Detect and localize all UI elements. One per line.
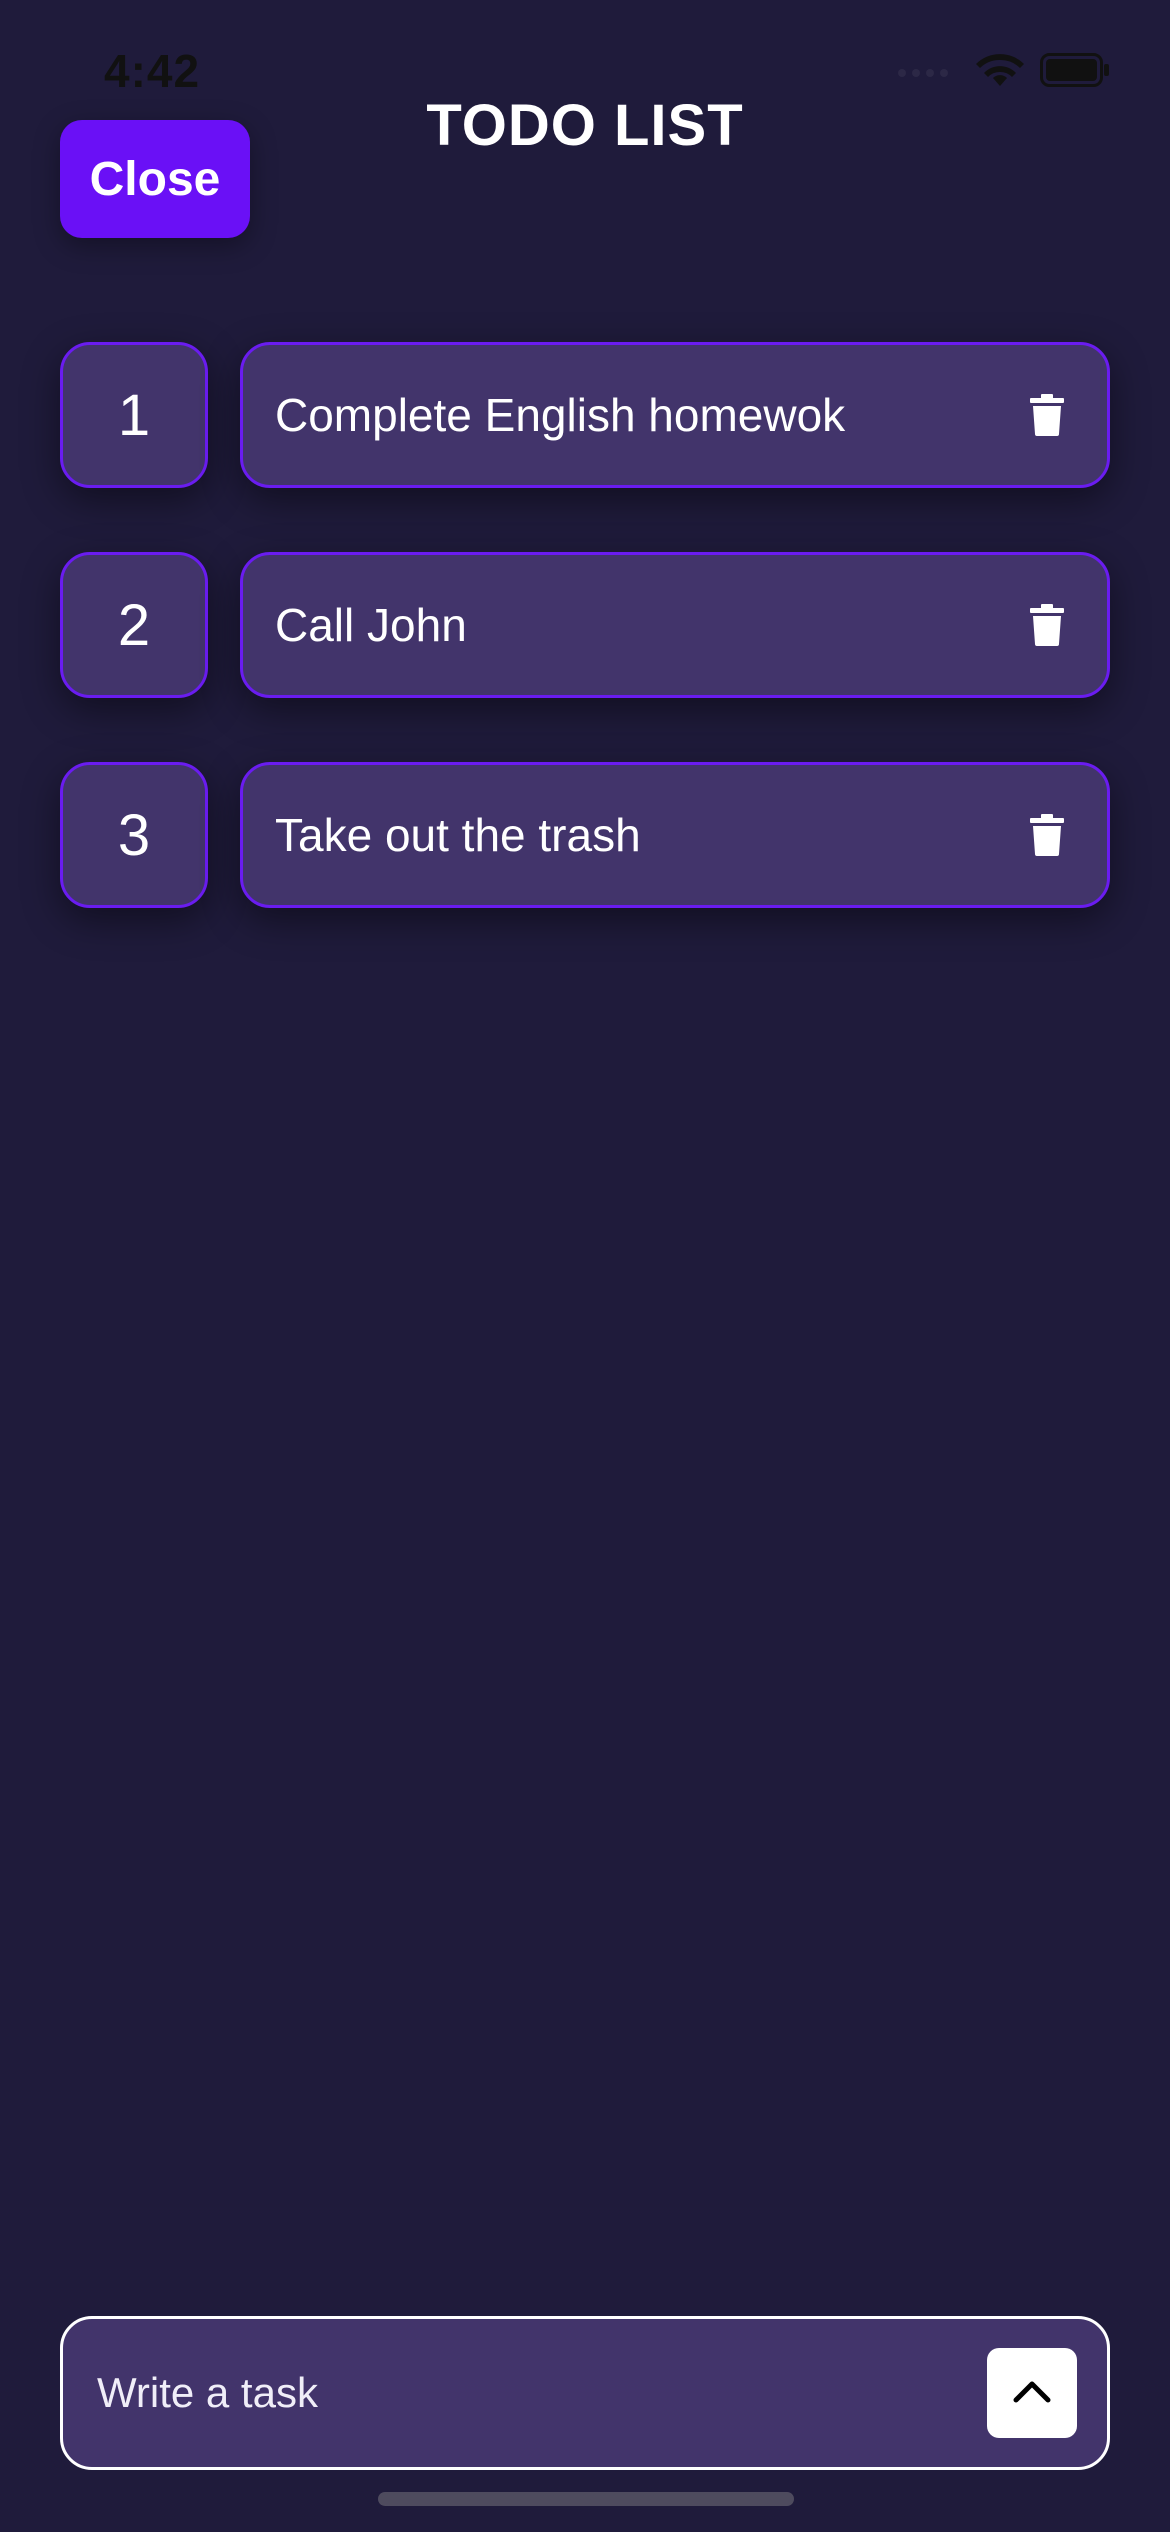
- home-indicator: [378, 2492, 794, 2506]
- task-input[interactable]: [95, 2318, 987, 2468]
- trash-icon[interactable]: [1019, 597, 1075, 653]
- wifi-icon: [976, 52, 1024, 93]
- task-text: Call John: [275, 599, 467, 651]
- battery-icon: [1040, 53, 1110, 92]
- status-icons: [898, 52, 1110, 93]
- task-card[interactable]: Take out the trash: [240, 762, 1110, 908]
- task-text: Take out the trash: [275, 809, 641, 861]
- task-row: 2 Call John: [60, 552, 1110, 702]
- task-text: Complete English homewok: [275, 389, 846, 441]
- cellular-signal-icon: [898, 68, 948, 77]
- page-title: TODO LIST: [426, 93, 744, 158]
- task-input-container: [60, 2316, 1110, 2470]
- status-time: 4:42: [104, 45, 201, 97]
- trash-icon[interactable]: [1019, 807, 1075, 863]
- task-number: 1: [60, 342, 208, 488]
- task-list: 1 Complete English homewok 2 Call John 3…: [60, 342, 1110, 972]
- task-number: 2: [60, 552, 208, 698]
- task-card[interactable]: Call John: [240, 552, 1110, 698]
- task-row: 1 Complete English homewok: [60, 342, 1110, 492]
- task-card[interactable]: Complete English homewok: [240, 342, 1110, 488]
- task-number: 3: [60, 762, 208, 908]
- trash-icon[interactable]: [1019, 387, 1075, 443]
- task-row: 3 Take out the trash: [60, 762, 1110, 912]
- chevron-up-icon: [1012, 2378, 1052, 2409]
- submit-task-button[interactable]: [987, 2348, 1077, 2438]
